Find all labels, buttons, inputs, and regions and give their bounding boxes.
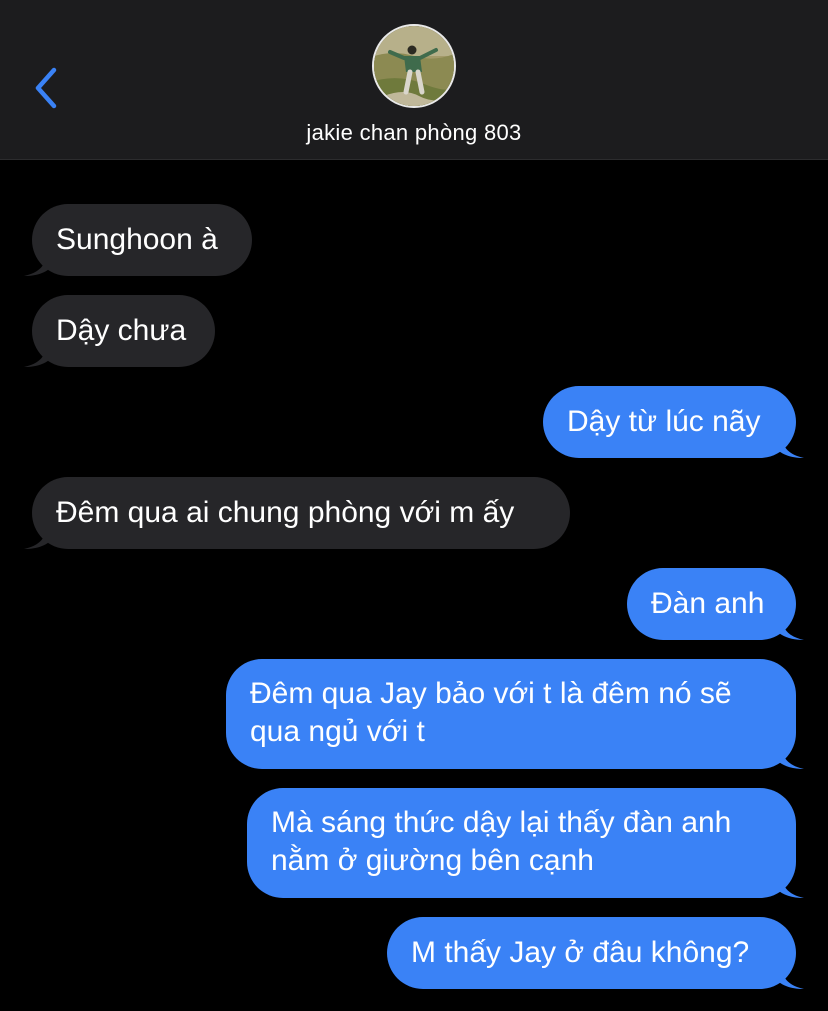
contact-name[interactable]: jakie chan phòng 803 <box>0 120 828 146</box>
bubble-tail-icon <box>24 527 54 549</box>
conversation-header: jakie chan phòng 803 <box>0 0 828 160</box>
contact-avatar[interactable] <box>372 24 456 108</box>
bubble-tail-icon <box>774 876 804 898</box>
bubble-tail-icon <box>774 618 804 640</box>
chevron-left-icon <box>35 67 57 109</box>
bubble-tail-icon <box>774 436 804 458</box>
message-bubble-incoming[interactable]: Sunghoon à <box>24 204 252 276</box>
message-text-line: Mà sáng thức dậy lại thấy đàn anh <box>271 806 732 839</box>
message-bubble-incoming[interactable]: Dậy chưa <box>24 295 215 367</box>
message-text: Dậy từ lúc nãy <box>567 405 761 438</box>
message-text: Dậy chưa <box>56 314 187 347</box>
message-bubble-outgoing[interactable]: Đêm qua Jay bảo với t là đêm nó sẽ qua n… <box>226 659 804 769</box>
message-bubble-outgoing[interactable]: Dậy từ lúc nãy <box>543 386 804 458</box>
message-text: Đàn anh <box>651 587 765 620</box>
message-list: Sunghoon à Dậy chưa Dậy từ lúc nãy Đêm q… <box>0 160 828 1011</box>
message-bubble-incoming[interactable]: Đêm qua ai chung phòng với m ấy <box>24 477 570 549</box>
message-text-line: nằm ở giường bên cạnh <box>271 844 594 877</box>
message-bubble-outgoing[interactable]: M thấy Jay ở đâu không? <box>387 917 804 989</box>
bubble-tail-icon <box>24 345 54 367</box>
message-text-line: qua ngủ với t <box>250 715 425 748</box>
back-button[interactable] <box>28 62 68 114</box>
message-bubble-outgoing[interactable]: Đàn anh <box>627 568 804 640</box>
bubble-tail-icon <box>24 254 54 276</box>
message-text: M thấy Jay ở đâu không? <box>411 936 750 969</box>
message-text: Sunghoon à <box>56 223 218 256</box>
bubble-tail-icon <box>774 747 804 769</box>
message-bubble-outgoing[interactable]: Mà sáng thức dậy lại thấy đàn anh nằm ở … <box>247 788 804 898</box>
message-text-line: Đêm qua Jay bảo với t là đêm nó sẽ <box>250 677 732 710</box>
message-text: Đêm qua ai chung phòng với m ấy <box>56 496 515 529</box>
bubble-tail-icon <box>774 967 804 989</box>
